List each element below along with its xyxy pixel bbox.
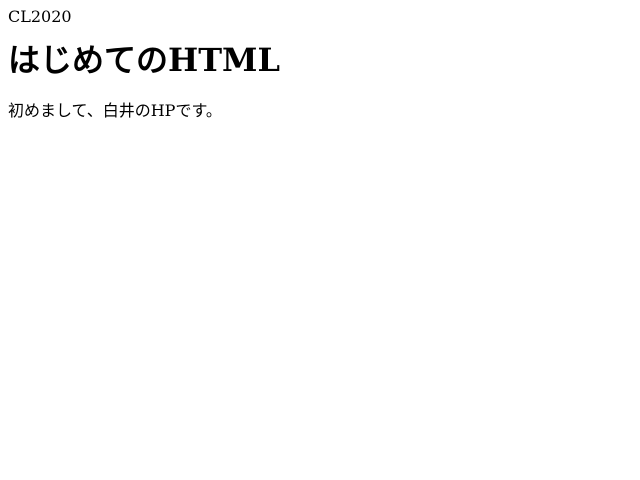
intro-paragraph: 初めまして、白井のHPです。 [8,101,222,120]
page-title: はじめてのHTML [8,41,280,79]
page-content: CL2020 はじめてのHTML 初めまして、白井のHPです。 [0,0,640,480]
course-label: CL2020 [8,7,72,26]
